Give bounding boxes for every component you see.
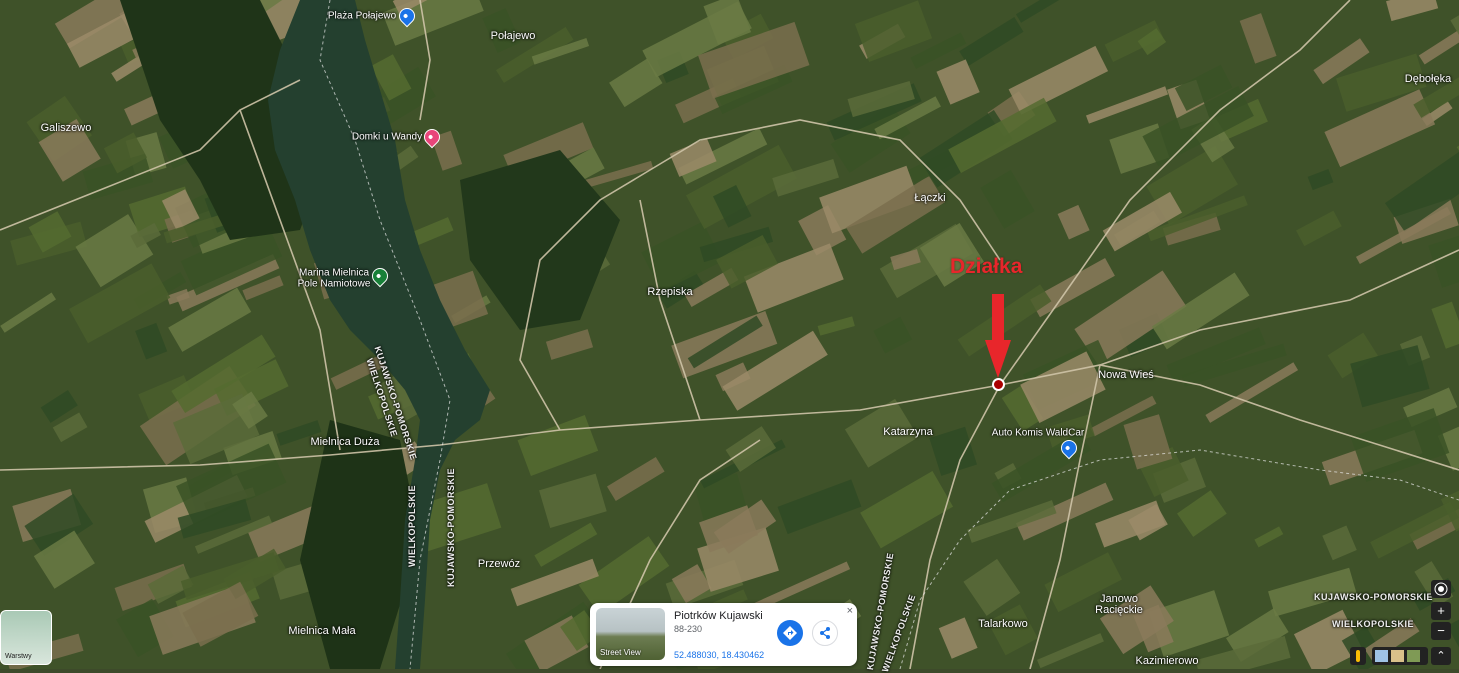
pegman-icon[interactable] bbox=[1350, 647, 1366, 665]
layers-button[interactable]: Warstwy bbox=[0, 610, 52, 665]
expand-button[interactable]: ⌃ bbox=[1431, 647, 1451, 665]
place-label-plaza[interactable]: Plaża Połajewo bbox=[328, 11, 396, 22]
map-type-thumbnails[interactable] bbox=[1372, 647, 1428, 665]
place-label-talarkowo[interactable]: Talarkowo bbox=[978, 618, 1028, 630]
map-type-thumb[interactable] bbox=[1407, 650, 1420, 662]
map-type-thumb[interactable] bbox=[1375, 650, 1388, 662]
satellite-map[interactable] bbox=[0, 0, 1459, 669]
place-coordinates[interactable]: 52.488030, 18.430462 bbox=[674, 650, 764, 660]
place-label-mielnica-duza[interactable]: Mielnica Duża bbox=[310, 436, 379, 448]
region-label: KUJAWSKO-POMORSKIE bbox=[446, 467, 456, 587]
place-label-janowo-2[interactable]: Racięckie bbox=[1095, 604, 1143, 616]
place-label-debolека[interactable]: Dębołęka bbox=[1405, 73, 1451, 85]
region-label: KUJAWSKO-POMORSKIE bbox=[1314, 592, 1434, 602]
region-label: WIELKOPOLSKIE bbox=[407, 484, 417, 567]
region-label: WIELKOPOLSKIE bbox=[1332, 619, 1415, 629]
location-icon bbox=[1434, 582, 1448, 596]
directions-button[interactable] bbox=[777, 620, 803, 646]
dropped-pin-marker[interactable] bbox=[992, 378, 1005, 391]
zoom-out-button[interactable]: − bbox=[1431, 622, 1451, 640]
place-zip: 88-230 bbox=[674, 624, 703, 634]
zoom-in-button[interactable]: + bbox=[1431, 602, 1451, 620]
share-button[interactable] bbox=[812, 620, 838, 646]
map-type-thumb[interactable] bbox=[1391, 650, 1404, 662]
close-card-button[interactable]: × bbox=[847, 605, 853, 617]
place-label-mielnica-mala[interactable]: Mielnica Mała bbox=[288, 625, 355, 637]
place-label-laczki[interactable]: Łączki bbox=[914, 192, 945, 204]
street-view-thumbnail[interactable]: Street View bbox=[596, 608, 665, 660]
place-label-kazimierowo[interactable]: Kazimierowo bbox=[1136, 655, 1199, 667]
place-label-polajewo[interactable]: Połajewo bbox=[491, 30, 536, 42]
place-label-nowa-wies[interactable]: Nowa Wieś bbox=[1098, 369, 1154, 381]
place-label-domki[interactable]: Domki u Wandy bbox=[352, 132, 422, 143]
annotation-label: Działka bbox=[950, 255, 1023, 278]
place-label-przewoz[interactable]: Przewóz bbox=[478, 558, 520, 570]
place-label-katarzyna[interactable]: Katarzyna bbox=[883, 426, 933, 438]
place-title: Piotrków Kujawski bbox=[674, 610, 763, 622]
place-label-auto-komis[interactable]: Auto Komis WaldCar bbox=[992, 428, 1084, 439]
place-info-card[interactable]: Street View Piotrków Kujawski 88-230 52.… bbox=[590, 603, 857, 666]
my-location-button[interactable] bbox=[1431, 580, 1451, 598]
place-label-marina[interactable]: Marina Mielnica bbox=[299, 268, 369, 279]
directions-icon bbox=[783, 626, 797, 640]
place-label-rzepiska[interactable]: Rzepiska bbox=[647, 286, 692, 298]
layers-label: Warstwy bbox=[5, 653, 32, 660]
place-label-marina-2[interactable]: Pole Namiotowe bbox=[298, 279, 371, 290]
place-label-galiszewo[interactable]: Galiszewo bbox=[41, 122, 92, 134]
share-icon bbox=[820, 627, 830, 639]
street-view-label: Street View bbox=[600, 648, 641, 657]
